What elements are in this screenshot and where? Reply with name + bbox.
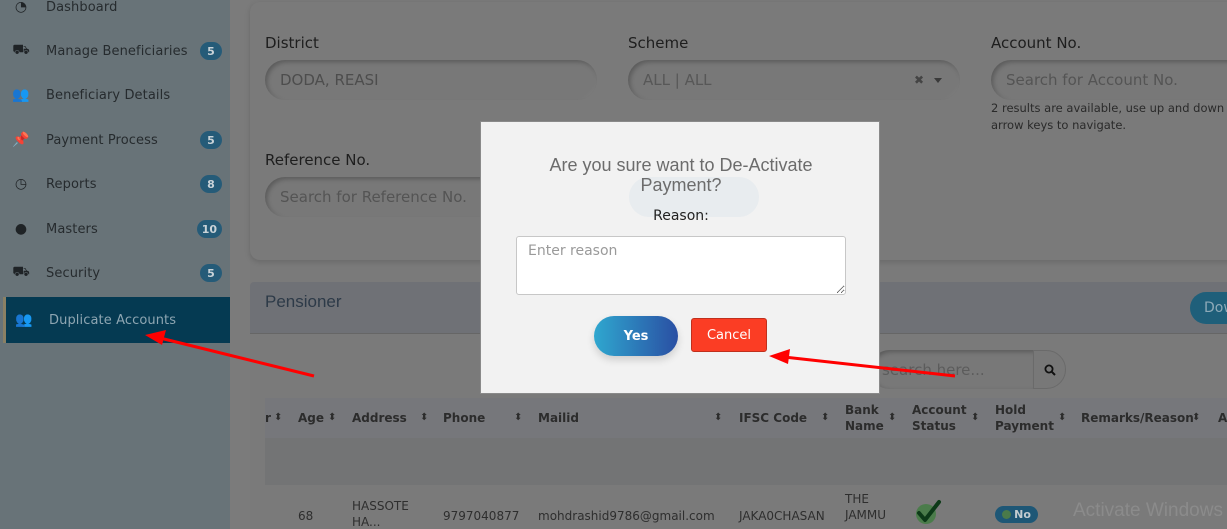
- sort-icon[interactable]: ⬍: [714, 412, 722, 423]
- hold-payment-value: No: [1014, 508, 1031, 521]
- users-icon: 👥: [12, 87, 30, 103]
- count-badge: 5: [200, 131, 222, 149]
- sort-icon[interactable]: ⬍: [274, 412, 282, 423]
- district-label: District: [265, 34, 319, 52]
- sidebar-item-label: Manage Beneficiaries: [46, 43, 188, 59]
- column-header[interactable]: r: [265, 398, 271, 438]
- sidebar-item-manage-beneficiaries[interactable]: ⛟ Manage Beneficiaries 5: [0, 29, 230, 73]
- clock-icon: ◷: [14, 176, 28, 192]
- sidebar-item-reports[interactable]: ◷ Reports 8: [0, 162, 230, 206]
- scheme-select[interactable]: ALL | ALL ✖: [628, 60, 960, 100]
- sort-icon[interactable]: ⬍: [328, 412, 336, 423]
- column-header-account-status[interactable]: Account Status: [912, 398, 972, 438]
- yes-button[interactable]: Yes: [594, 316, 678, 356]
- column-header-bank-name[interactable]: Bank Name: [845, 398, 885, 438]
- sort-icon[interactable]: ⬍: [821, 412, 829, 423]
- cell-ifsc: JAKA0CHASAN: [739, 509, 825, 523]
- autocomplete-hint: 2 results are available, use up and down…: [991, 101, 1225, 132]
- sidebar-item-dashboard[interactable]: ◔ Dashboard: [0, 0, 230, 29]
- sidebar: ◔ Dashboard ⛟ Manage Beneficiaries 5 👥 B…: [0, 0, 230, 529]
- sidebar-item-duplicate-accounts[interactable]: 👥 Duplicate Accounts: [3, 297, 230, 343]
- sidebar-item-payment-process[interactable]: 📌 Payment Process 5: [0, 118, 230, 162]
- table-search-placeholder: search here...: [882, 360, 985, 379]
- column-header-hold-payment[interactable]: Hold Payment: [995, 398, 1055, 438]
- sidebar-item-label: Security: [46, 265, 101, 281]
- cell-bank-name: THE JAMMU: [845, 492, 887, 522]
- district-field[interactable]: DODA, REASI: [265, 60, 597, 100]
- cancel-button[interactable]: Cancel: [691, 318, 767, 352]
- reason-label: Reason:: [653, 208, 709, 224]
- scheme-value: ALL | ALL: [643, 71, 712, 89]
- deactivate-payment-dialog: Are you sure want to De-Activate Payment…: [480, 121, 880, 394]
- column-header-ifsc[interactable]: IFSC Code: [739, 398, 807, 438]
- search-icon: [1044, 364, 1056, 376]
- dashboard-icon: ◔: [14, 0, 28, 15]
- sort-icon[interactable]: ⬍: [514, 412, 522, 423]
- table-filter-row: [265, 438, 1227, 485]
- district-value: DODA, REASI: [280, 71, 379, 89]
- sidebar-item-label: Reports: [46, 176, 97, 192]
- sidebar-item-label: Duplicate Accounts: [49, 312, 177, 328]
- dialog-question: Are you sure want to De-Activate Payment…: [549, 155, 813, 195]
- panel-title: Pensioner: [265, 292, 342, 311]
- windows-activation-watermark: Activate Windows: [1073, 500, 1223, 521]
- taxi-icon: ⛟: [12, 42, 30, 58]
- reference-label: Reference No.: [265, 151, 371, 169]
- count-badge: 8: [200, 175, 222, 193]
- count-badge: 10: [196, 220, 222, 238]
- column-header-action[interactable]: A: [1218, 398, 1227, 438]
- pushpin-icon: 📌: [12, 132, 30, 148]
- sort-icon[interactable]: ⬍: [1058, 412, 1066, 423]
- column-header-age[interactable]: Age: [298, 398, 324, 438]
- globe-icon: ●: [14, 221, 28, 237]
- cell-mailid: mohdrashid9786@gmail.com: [538, 509, 715, 523]
- chevron-down-icon[interactable]: [934, 77, 942, 83]
- column-header-address[interactable]: Address: [352, 398, 407, 438]
- cell-address: HASSOTE HA...: [352, 499, 409, 529]
- account-search-input[interactable]: Search for Account No.: [991, 60, 1227, 100]
- cell-phone: 9797040877: [443, 509, 520, 523]
- account-label: Account No.: [991, 34, 1082, 52]
- download-button[interactable]: Dow: [1190, 292, 1227, 324]
- sort-icon[interactable]: ⬍: [888, 412, 896, 423]
- check-circle-icon: [1002, 510, 1012, 519]
- sidebar-item-label: Payment Process: [46, 132, 158, 148]
- table-search-input[interactable]: search here...: [870, 350, 1035, 389]
- column-header-remarks[interactable]: Remarks/Reason: [1081, 398, 1194, 438]
- column-header-mailid[interactable]: Mailid: [538, 398, 579, 438]
- sidebar-item-label: Masters: [46, 221, 98, 237]
- search-button[interactable]: [1033, 350, 1066, 389]
- cell-age: 68: [298, 509, 314, 523]
- checkmark-icon: [916, 500, 941, 524]
- scheme-label: Scheme: [628, 34, 689, 52]
- column-header-phone[interactable]: Phone: [443, 398, 485, 438]
- reason-textarea[interactable]: [516, 236, 846, 295]
- clear-icon[interactable]: ✖: [914, 73, 924, 87]
- sidebar-item-security[interactable]: ⛟ Security 5: [0, 251, 230, 295]
- sidebar-item-label: Dashboard: [46, 0, 118, 15]
- truck-icon: ⛟: [12, 264, 30, 280]
- sidebar-item-masters[interactable]: ● Masters 10: [0, 207, 230, 251]
- reference-placeholder: Search for Reference No.: [280, 188, 467, 206]
- sidebar-item-label: Beneficiary Details: [46, 87, 171, 103]
- hold-payment-badge[interactable]: No: [995, 506, 1038, 523]
- sort-icon[interactable]: ⬍: [971, 412, 979, 423]
- sidebar-item-beneficiary-details[interactable]: 👥 Beneficiary Details: [0, 73, 230, 117]
- sort-icon[interactable]: ⬍: [1192, 412, 1200, 423]
- gutter: [230, 0, 250, 529]
- count-badge: 5: [200, 42, 222, 60]
- users-icon: 👥: [15, 312, 33, 328]
- count-badge: 5: [200, 264, 222, 282]
- account-placeholder: Search for Account No.: [1006, 71, 1178, 89]
- sort-icon[interactable]: ⬍: [420, 412, 428, 423]
